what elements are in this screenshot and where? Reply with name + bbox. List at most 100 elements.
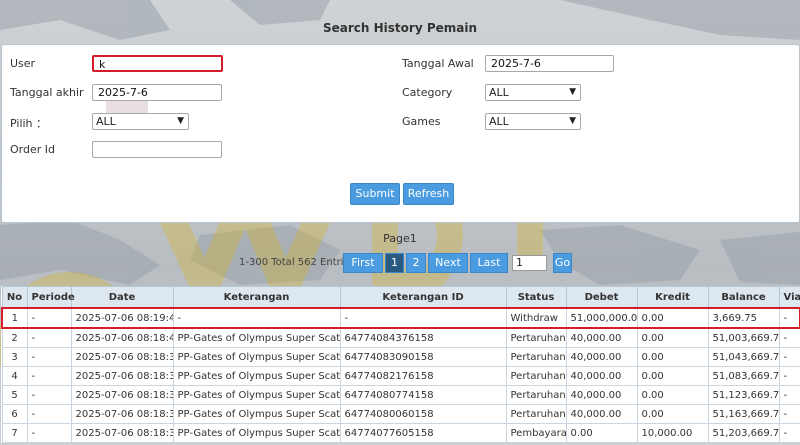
pager-entry-info: 1-300 Total 562 Entri xyxy=(239,257,344,268)
pager-last-button[interactable]: Last xyxy=(470,253,508,273)
category-label: Category xyxy=(402,86,453,99)
table-row: 7 - 2025-07-06 08:18:30 PP-Gates of Olym… xyxy=(1,423,800,443)
cell-periode: - xyxy=(26,327,72,348)
pilih-label: Pilih ： xyxy=(10,117,48,130)
pilih-select[interactable]: ALL ▼ xyxy=(92,113,189,130)
cell-no: 1 xyxy=(1,307,28,329)
cell-balance: 51,123,669.75 xyxy=(707,385,780,405)
cell-periode: - xyxy=(26,404,72,424)
table-row: 4 - 2025-07-06 08:18:36 PP-Gates of Olym… xyxy=(1,366,800,386)
chevron-down-icon: ▼ xyxy=(177,116,184,126)
table-row: 3 - 2025-07-06 08:18:38 PP-Gates of Olym… xyxy=(1,347,800,367)
cell-keterangan: PP-Gates of Olympus Super Scatter xyxy=(172,347,341,367)
category-select[interactable]: ALL ▼ xyxy=(485,84,581,101)
pager-next-button[interactable]: Next xyxy=(428,253,468,273)
cell-periode: - xyxy=(26,423,72,443)
cell-balance: 51,003,669.75 xyxy=(707,327,780,348)
column-header: Debet xyxy=(565,286,638,309)
cell-keterangan-id: - xyxy=(339,307,507,329)
cell-kredit: 0.00 xyxy=(636,385,709,405)
tanggal-akhir-label: Tanggal akhir xyxy=(10,86,84,99)
cell-debet: 40,000.00 xyxy=(565,404,638,424)
cell-kredit: 10,000.00 xyxy=(636,423,709,443)
table-row: 2 - 2025-07-06 08:18:40 PP-Gates of Olym… xyxy=(1,327,800,348)
table-row: 6 - 2025-07-06 08:18:32 PP-Gates of Olym… xyxy=(1,404,800,424)
cell-periode: - xyxy=(26,366,72,386)
column-header: Via xyxy=(778,286,800,309)
cell-debet: 40,000.00 xyxy=(565,385,638,405)
cell-keterangan: PP-Gates of Olympus Super Scatter xyxy=(172,327,341,348)
cell-debet: 40,000.00 xyxy=(565,366,638,386)
cell-status: Pertaruhan xyxy=(505,366,567,386)
cell-via: - xyxy=(778,385,800,405)
submit-button[interactable]: Submit xyxy=(350,183,400,205)
cell-periode: - xyxy=(26,347,72,367)
refresh-button[interactable]: Refresh xyxy=(403,183,454,205)
cell-debet: 40,000.00 xyxy=(565,327,638,348)
cell-keterangan-id-link[interactable]: 64774080774158 xyxy=(339,385,507,405)
cell-status: Pembayaran xyxy=(505,423,567,443)
cell-kredit: 0.00 xyxy=(636,307,709,329)
games-select[interactable]: ALL ▼ xyxy=(485,113,581,130)
column-header: Status xyxy=(505,286,567,309)
cell-debet: 40,000.00 xyxy=(565,347,638,367)
cell-status: Pertaruhan xyxy=(505,385,567,405)
cell-keterangan: PP-Gates of Olympus Super Scatter xyxy=(172,385,341,405)
page-title: Search History Pemain xyxy=(322,21,478,35)
page-indicator: Page1 xyxy=(383,232,417,245)
cell-keterangan-id-link[interactable]: 64774082176158 xyxy=(339,366,507,386)
cell-balance: 51,203,669.75 xyxy=(707,423,780,443)
cell-date: 2025-07-06 08:18:40 xyxy=(70,327,174,348)
cell-date: 2025-07-06 08:18:36 xyxy=(70,366,174,386)
cell-debet: 51,000,000.00 xyxy=(565,307,638,329)
column-header: Date xyxy=(70,286,174,309)
cell-no: 5 xyxy=(1,385,28,405)
games-label: Games xyxy=(402,115,441,128)
cell-no: 4 xyxy=(1,366,28,386)
cell-date: 2025-07-06 08:18:30 xyxy=(70,423,174,443)
cell-via: - xyxy=(778,347,800,367)
cell-balance: 51,083,669.75 xyxy=(707,366,780,386)
cell-status: Withdraw xyxy=(505,307,567,329)
column-header: Keterangan xyxy=(172,286,341,309)
column-header: No xyxy=(1,286,28,309)
cell-via: - xyxy=(778,307,800,329)
order-id-input[interactable] xyxy=(92,141,222,158)
chevron-down-icon: ▼ xyxy=(569,87,576,97)
table-row: 5 - 2025-07-06 08:18:33 PP-Gates of Olym… xyxy=(1,385,800,405)
tanggal-akhir-input[interactable]: 2025-7-6 xyxy=(92,84,222,101)
cell-keterangan-id-link[interactable]: 64774084376158 xyxy=(339,327,507,348)
category-selected-value: ALL xyxy=(489,86,509,99)
history-table: No Periode Date Keterangan Keterangan ID… xyxy=(1,286,800,443)
cell-debet: 0.00 xyxy=(565,423,638,443)
cell-no: 7 xyxy=(1,423,28,443)
cell-via: - xyxy=(778,404,800,424)
user-input[interactable]: k xyxy=(92,55,223,72)
pager-first-button[interactable]: First xyxy=(343,253,383,273)
user-label: User xyxy=(10,57,36,70)
pager-goto-input[interactable]: 1 xyxy=(512,255,547,271)
column-header: Periode xyxy=(26,286,75,309)
cell-via: - xyxy=(778,423,800,443)
cell-date: 2025-07-06 08:19:43 xyxy=(70,307,174,329)
order-id-label: Order Id xyxy=(10,143,55,156)
search-form-panel: User k Tanggal Awal 2025-7-6 Tanggal akh… xyxy=(1,44,800,223)
pager-page-1-button[interactable]: 1 xyxy=(385,253,404,273)
cell-kredit: 0.00 xyxy=(636,404,709,424)
cell-status: Pertaruhan xyxy=(505,327,567,348)
cell-keterangan-id-link[interactable]: 64774077605158 xyxy=(339,423,507,443)
games-selected-value: ALL xyxy=(489,115,509,128)
pager-go-button[interactable]: Go xyxy=(553,253,572,273)
table-header-row: No Periode Date Keterangan Keterangan ID… xyxy=(1,286,800,309)
column-header: Keterangan ID xyxy=(339,286,507,309)
tanggal-awal-input[interactable]: 2025-7-6 xyxy=(485,55,614,72)
cell-balance: 51,043,669.75 xyxy=(707,347,780,367)
cell-date: 2025-07-06 08:18:32 xyxy=(70,404,174,424)
pager-page-2-button[interactable]: 2 xyxy=(406,253,426,273)
chevron-down-icon: ▼ xyxy=(569,116,576,126)
cell-keterangan-id-link[interactable]: 64774080060158 xyxy=(339,404,507,424)
cell-periode: - xyxy=(26,385,72,405)
cell-keterangan-id-link[interactable]: 64774083090158 xyxy=(339,347,507,367)
table-row: 1 - 2025-07-06 08:19:43 - - Withdraw 51,… xyxy=(1,307,800,329)
cell-keterangan: PP-Gates of Olympus Super Scatter xyxy=(172,366,341,386)
